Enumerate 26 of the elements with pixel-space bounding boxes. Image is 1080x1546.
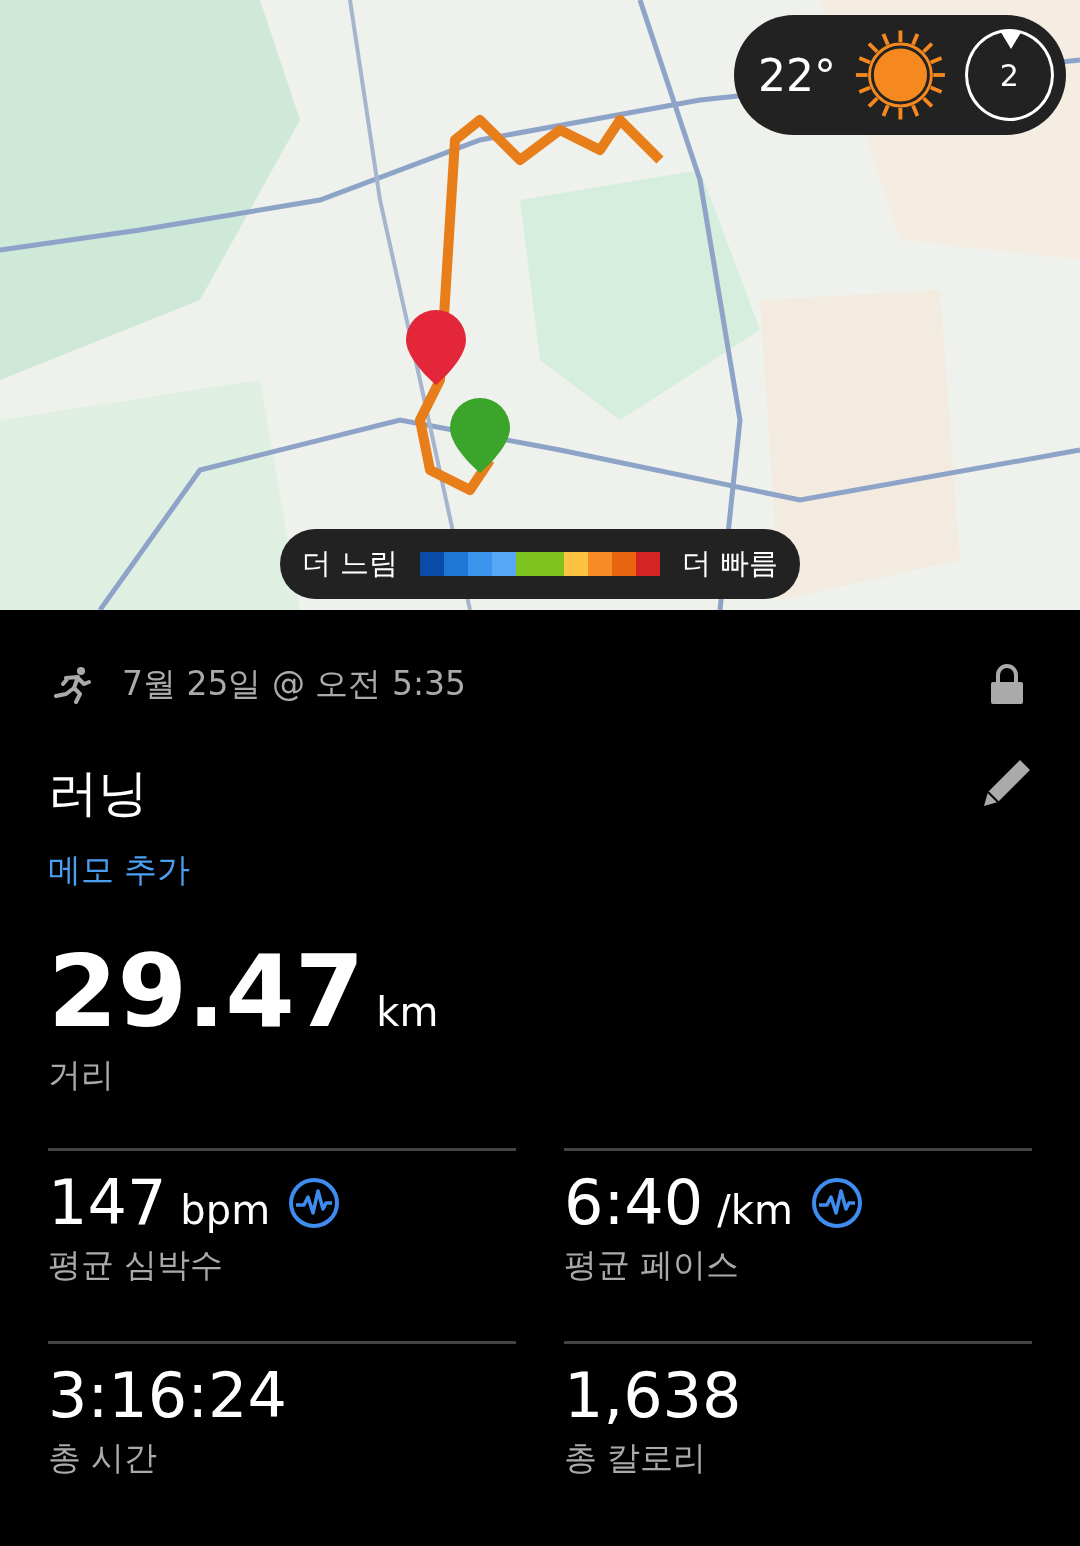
wind-indicator: 2	[964, 29, 1054, 121]
stat-value: 6:40	[564, 1169, 704, 1238]
wind-direction-icon	[999, 31, 1022, 49]
stat-label: 평균 심박수	[48, 1244, 225, 1287]
stat-value: 3:16:24	[48, 1362, 287, 1431]
stat-value: 147	[48, 1169, 167, 1238]
activity-datetime: 7월 25일 @ 오전 5:35	[122, 662, 468, 705]
stat-label: 총 칼로리	[564, 1437, 708, 1480]
faster-label: 더 빠름	[681, 545, 778, 582]
edit-icon[interactable]	[982, 758, 1032, 808]
temperature: 22°	[758, 49, 836, 101]
stat-unit: /km	[717, 1187, 793, 1234]
add-memo-link[interactable]: 메모 추가	[48, 848, 191, 893]
stat-label: 평균 페이스	[564, 1244, 741, 1287]
stat-label: 총 시간	[48, 1437, 159, 1480]
heartbeat-chart-icon[interactable]	[810, 1177, 863, 1230]
heartbeat-chart-icon[interactable]	[288, 1177, 341, 1230]
distance-unit: km	[376, 989, 439, 1035]
distance-value: 29.47	[48, 937, 365, 1047]
distance-label: 거리	[48, 1054, 115, 1096]
running-person-icon	[52, 664, 92, 704]
stat-unit: bpm	[180, 1187, 271, 1234]
lock-icon[interactable]	[990, 664, 1024, 704]
stat-value: 1,638	[564, 1362, 742, 1431]
activity-title: 러닝	[48, 762, 148, 824]
slower-label: 더 느림	[302, 545, 399, 582]
